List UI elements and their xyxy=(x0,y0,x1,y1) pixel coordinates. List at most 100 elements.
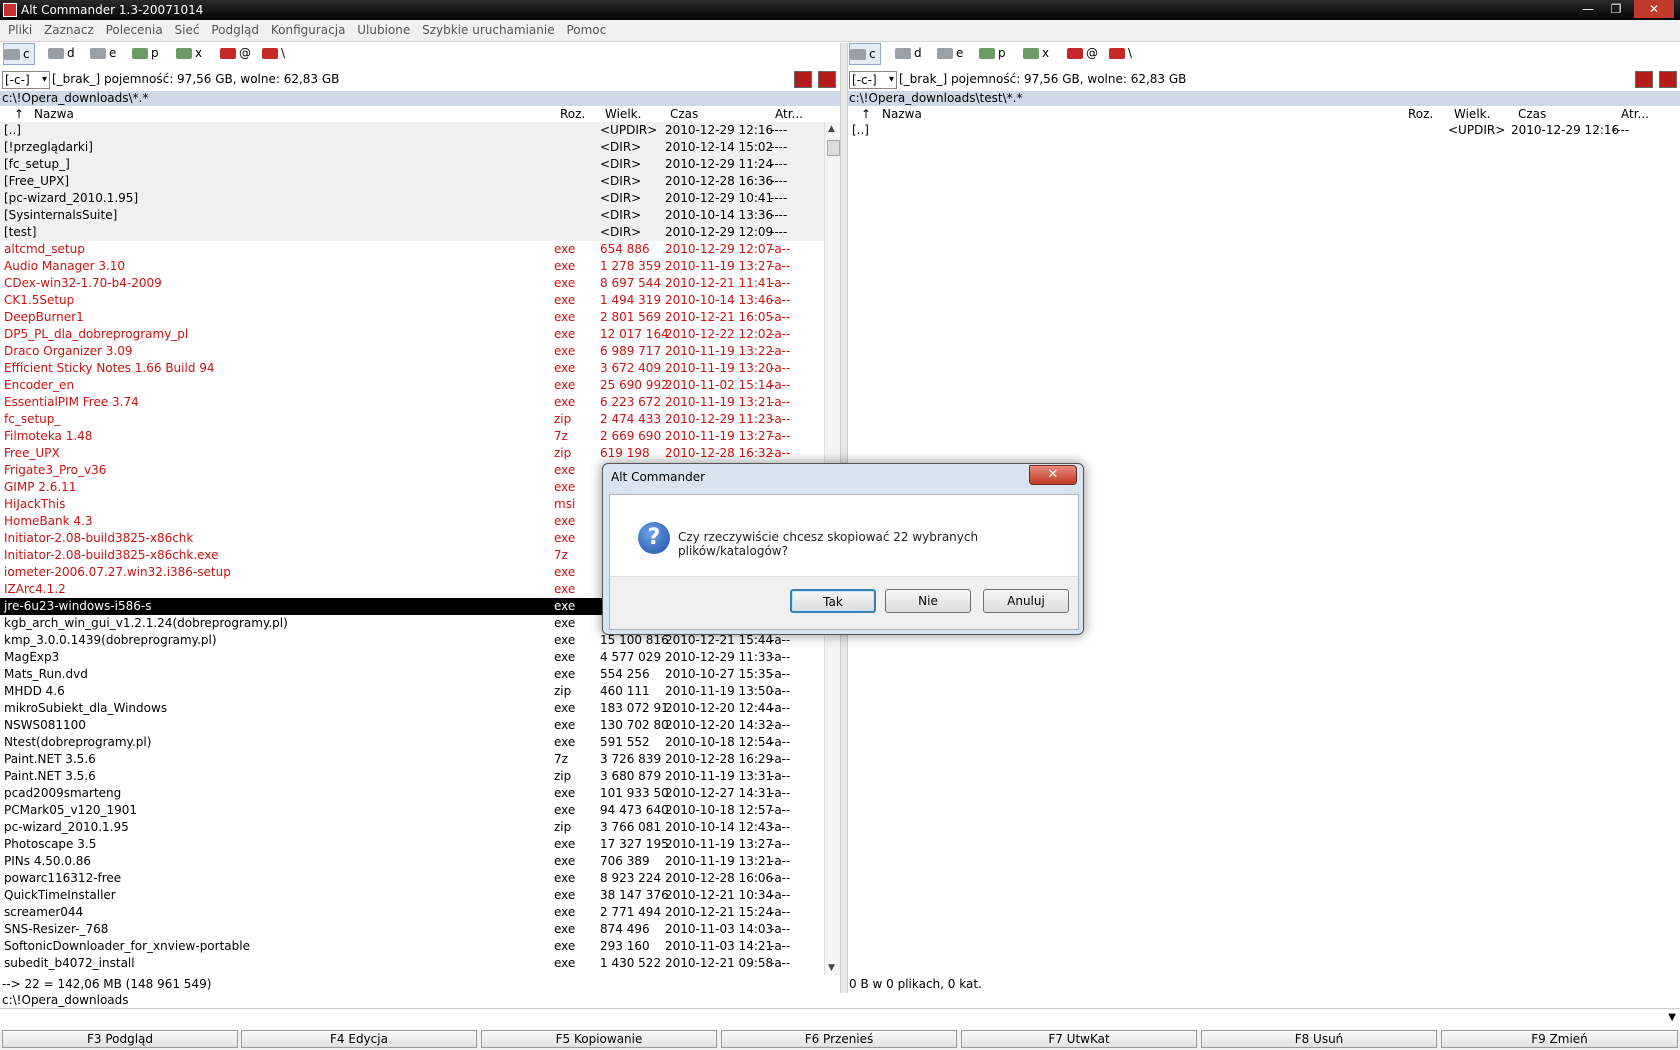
list-item[interactable]: MagExp3 exe 4 577 029 2010-12-29 11:33 -a-- xyxy=(0,649,824,666)
right-drive-x[interactable]: x xyxy=(1023,43,1049,63)
left-drive-root[interactable]: \ xyxy=(262,43,285,63)
left-drive-combo[interactable]: [-c-] xyxy=(2,71,50,89)
scroll-up-icon[interactable]: ▲ xyxy=(828,124,835,134)
left-history-icon[interactable] xyxy=(818,71,836,88)
f8-delete-button[interactable]: F8 Usuń xyxy=(1201,1030,1437,1048)
list-item[interactable]: [fc_setup_] <DIR> 2010-12-29 11:24 ---- xyxy=(0,156,824,173)
left-col-time[interactable]: Czas xyxy=(670,106,698,122)
list-item[interactable]: CK1.5Setup exe 1 494 319 2010-10-14 13:46 -a… xyxy=(0,292,824,309)
menu-podglad[interactable]: Podgląd xyxy=(203,20,259,37)
list-item[interactable]: [..] <UPDIR> 2010-12-29 12:16 ---- xyxy=(0,122,824,139)
list-item[interactable]: screamer044 exe 2 771 494 2010-12-21 15:24-… xyxy=(0,904,824,921)
right-drive-root[interactable]: \ xyxy=(1109,43,1132,63)
list-item[interactable]: pcad2009smarteng exe 101 933 50 2010-12-27 … xyxy=(0,785,824,802)
list-item[interactable]: Audio Manager 3.10 exe 1 278 359 2010-11-19… xyxy=(0,258,824,275)
left-drive-d[interactable]: d xyxy=(48,43,75,63)
left-col-size[interactable]: Wielk. xyxy=(605,106,641,122)
list-item[interactable]: CDex-win32-1.70-b4-2009 exe 8 697 544 2010-… xyxy=(0,275,824,292)
left-drive-x[interactable]: x xyxy=(176,43,202,63)
minimize-button[interactable]: — xyxy=(1574,0,1602,18)
left-drive-p[interactable]: p xyxy=(132,43,159,63)
right-col-time[interactable]: Czas xyxy=(1518,106,1546,122)
list-item[interactable]: Paint.NET 3.5.6 7z 3 726 839 2010-12-28 16:… xyxy=(0,751,824,768)
list-item[interactable]: [!przeglądarki] <DIR> 2010-12-14 15:02 ---- xyxy=(0,139,824,156)
right-drive-combo[interactable]: [-c-] xyxy=(849,71,897,89)
list-item[interactable]: [..] <UPDIR> 2010-12-29 12:16 ---- xyxy=(847,122,1664,139)
right-col-attr[interactable]: Atr... xyxy=(1621,106,1649,122)
list-item[interactable]: Filmoteka 1.48 7z 2 669 690 2010-11-19 13:2… xyxy=(0,428,824,445)
right-favorites-icon[interactable] xyxy=(1635,71,1653,88)
scroll-down-icon[interactable]: ▼ xyxy=(828,963,835,973)
right-col-ext[interactable]: Roz. xyxy=(1408,106,1433,122)
list-item[interactable]: mikroSubiekt_dla_Windows exe 183 072 91 201… xyxy=(0,700,824,717)
f7-mkdir-button[interactable]: F7 UtwKat xyxy=(961,1030,1197,1048)
list-item[interactable]: SNS-Resizer-_768 exe 874 496 2010-11-03 14:… xyxy=(0,921,824,938)
sort-arrow-icon[interactable]: ↑ xyxy=(861,106,871,122)
list-item[interactable]: Photoscape 3.5 exe 17 327 195 2010-11-19 13… xyxy=(0,836,824,853)
right-drive-d[interactable]: d xyxy=(895,43,922,63)
f5-copy-button[interactable]: F5 Kopiowanie xyxy=(481,1030,717,1048)
f9-rename-button[interactable]: F9 Zmień xyxy=(1441,1030,1678,1048)
left-drive-c[interactable]: c xyxy=(3,43,35,65)
list-item[interactable]: powarc116312-free exe 8 923 224 2010-12-28 … xyxy=(0,870,824,887)
list-item[interactable]: Free_UPX zip 619 198 2010-12-28 16:32 -a-- xyxy=(0,445,824,462)
yes-button[interactable]: Tak xyxy=(790,589,876,613)
list-item[interactable]: [SysinternalsSuite] <DIR> 2010-10-14 13:36… xyxy=(0,207,824,224)
list-item[interactable]: [Free_UPX] <DIR> 2010-12-28 16:36 ---- xyxy=(0,173,824,190)
no-button[interactable]: Nie xyxy=(885,589,971,613)
left-path[interactable]: c:\!Opera_downloads\*.* xyxy=(0,91,840,106)
right-drive-e[interactable]: e xyxy=(937,43,963,63)
menu-ulubione[interactable]: Ulubione xyxy=(349,20,410,37)
left-drive-e[interactable]: e xyxy=(90,43,116,63)
list-item[interactable]: NSWS081100 exe 130 702 80 2010-12-20 14:32-… xyxy=(0,717,824,734)
list-item[interactable]: PINs 4.50.0.86 exe 706 389 2010-11-19 13:21… xyxy=(0,853,824,870)
list-item[interactable]: Ntest(dobreprogramy.pl) exe 591 552 2010-10… xyxy=(0,734,824,751)
right-history-icon[interactable] xyxy=(1659,71,1677,88)
menu-polecenia[interactable]: Polecenia xyxy=(98,20,163,37)
menu-szybkie-uruchamianie[interactable]: Szybkie uruchamianie xyxy=(414,20,555,37)
right-drive-p[interactable]: p xyxy=(979,43,1006,63)
right-drive-at[interactable]: @ xyxy=(1067,43,1098,63)
right-col-name[interactable]: Nazwa xyxy=(882,106,922,122)
list-item[interactable]: DP5_PL_dla_dobreprogramy_pl exe 12 017 164… xyxy=(0,326,824,343)
list-item[interactable]: [pc-wizard_2010.1.95] <DIR> 2010-12-29 10:… xyxy=(0,190,824,207)
maximize-button[interactable]: ❐ xyxy=(1602,0,1630,18)
menu-pomoc[interactable]: Pomoc xyxy=(558,20,606,37)
left-col-name[interactable]: Nazwa xyxy=(34,106,74,122)
scroll-thumb[interactable] xyxy=(827,140,840,156)
f6-move-button[interactable]: F6 Przenieś xyxy=(721,1030,957,1048)
dialog-close-icon[interactable]: ✕ xyxy=(1029,465,1077,485)
list-item[interactable]: Efficient Sticky Notes 1.66 Build 94 exe 3… xyxy=(0,360,824,377)
list-item[interactable]: subedit_b4072_install exe 1 430 522 2010-12… xyxy=(0,955,824,972)
right-drive-c[interactable]: c xyxy=(849,43,881,65)
right-path[interactable]: c:\!Opera_downloads\test\*.* xyxy=(847,91,1680,106)
menu-pliki[interactable]: Pliki xyxy=(0,20,32,37)
cancel-button[interactable]: Anuluj xyxy=(983,589,1069,613)
menu-siec[interactable]: Sieć xyxy=(167,20,200,37)
list-item[interactable]: DeepBurner1 exe 2 801 569 2010-12-21 16:05-… xyxy=(0,309,824,326)
list-item[interactable]: Paint.NET 3.5.6 zip 3 680 879 2010-11-19 13… xyxy=(0,768,824,785)
list-item[interactable]: Encoder_en exe 25 690 992 2010-11-02 15:14-… xyxy=(0,377,824,394)
f4-edit-button[interactable]: F4 Edycja xyxy=(241,1030,477,1048)
right-col-size[interactable]: Wielk. xyxy=(1454,106,1490,122)
left-drive-at[interactable]: @ xyxy=(220,43,251,63)
chevron-down-icon[interactable]: ▼ xyxy=(1668,1012,1676,1023)
list-item[interactable]: SoftonicDownloader_for_xnview-portable ex… xyxy=(0,938,824,955)
menu-konfiguracja[interactable]: Konfiguracja xyxy=(263,20,346,37)
list-item[interactable]: Draco Organizer 3.09 exe 6 989 717 2010-11-… xyxy=(0,343,824,360)
menu-zaznacz[interactable]: Zaznacz xyxy=(36,20,94,37)
left-favorites-icon[interactable] xyxy=(794,71,812,88)
left-col-attr[interactable]: Atr... xyxy=(775,106,803,122)
command-line-input[interactable]: ▼ xyxy=(0,1008,1680,1032)
close-button[interactable]: ✕ xyxy=(1634,0,1674,18)
left-col-ext[interactable]: Roz. xyxy=(560,106,585,122)
list-item[interactable]: altcmd_setup exe 654 886 2010-12-29 12:07 -a… xyxy=(0,241,824,258)
list-item[interactable]: QuickTimeInstaller exe 38 147 376 2010-12-2… xyxy=(0,887,824,904)
list-item[interactable]: MHDD 4.6 zip 460 111 2010-11-19 13:50 -a-- xyxy=(0,683,824,700)
list-item[interactable]: EssentialPIM Free 3.74 exe 6 223 672 2010-1… xyxy=(0,394,824,411)
list-item[interactable]: fc_setup_ zip 2 474 433 2010-12-29 11:23 -a-… xyxy=(0,411,824,428)
sort-arrow-icon[interactable]: ↑ xyxy=(14,106,24,122)
list-item[interactable]: Mats_Run.dvd exe 554 256 2010-10-27 15:35 -a… xyxy=(0,666,824,683)
list-item[interactable]: PCMark05_v120_1901 exe 94 473 640 2010-10-1… xyxy=(0,802,824,819)
f3-view-button[interactable]: F3 Podgląd xyxy=(2,1030,238,1048)
